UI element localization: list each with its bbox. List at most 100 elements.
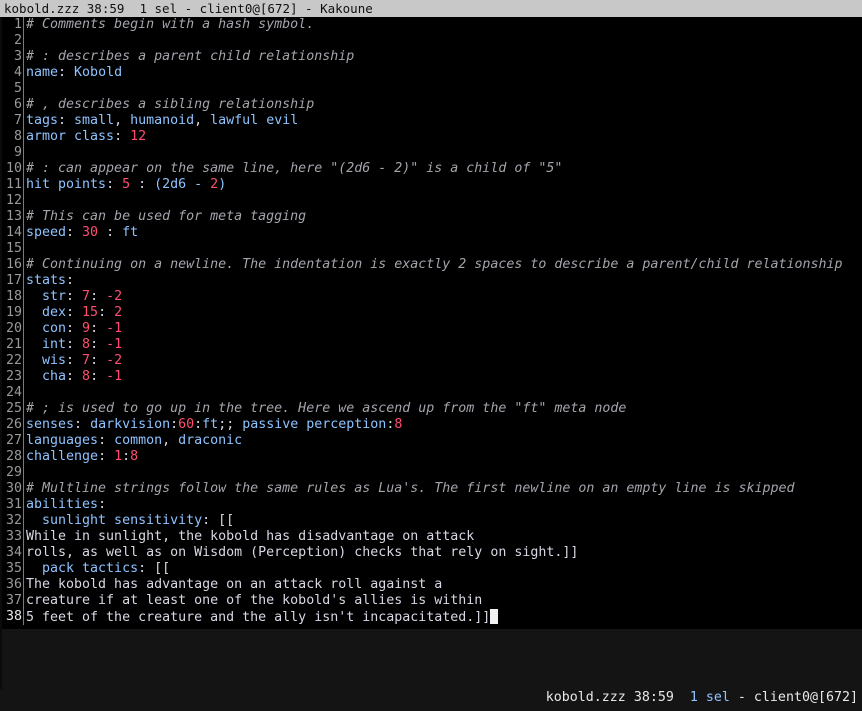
number-token: -1 bbox=[106, 369, 123, 384]
gutter-separator bbox=[23, 417, 24, 433]
text-token: : bbox=[90, 289, 107, 304]
line-number: 20 bbox=[5, 321, 22, 336]
line-number: 12 bbox=[5, 193, 22, 208]
code-line[interactable]: 11 hit points: 5 : (2d6 - 2) bbox=[2, 177, 862, 193]
line-text: name: Kobold bbox=[26, 65, 122, 81]
code-line[interactable]: 31 abilities: bbox=[2, 497, 862, 513]
code-line[interactable]: 17 stats: bbox=[2, 273, 862, 289]
gutter-separator bbox=[23, 273, 24, 289]
code-line[interactable]: 19 dex: 15: 2 bbox=[2, 305, 862, 321]
line-text: wis: 7: -2 bbox=[26, 353, 122, 369]
code-line[interactable]: 4 name: Kobold bbox=[2, 65, 862, 81]
number-token: 9 bbox=[82, 321, 91, 336]
line-text: rolls, as well as on Wisdom (Perception)… bbox=[26, 545, 578, 561]
gutter-separator bbox=[23, 97, 24, 113]
gutter-separator bbox=[23, 561, 24, 577]
line-text: senses: darkvision:60:ft;; passive perce… bbox=[26, 417, 402, 433]
code-line[interactable]: 29 bbox=[2, 465, 862, 481]
code-line[interactable]: 20 con: 9: -1 bbox=[2, 321, 862, 337]
text-token: creature if at least one of the kobold's… bbox=[26, 593, 483, 608]
code-line[interactable]: 8 armor class: 12 bbox=[2, 129, 862, 145]
line-text: sunlight sensitivity: [[ bbox=[26, 513, 234, 529]
key-token: int bbox=[26, 337, 67, 352]
window-title: kobold.zzz 38:59 1 sel - client0@[672] -… bbox=[0, 0, 862, 17]
gutter-separator bbox=[23, 513, 24, 529]
code-line[interactable]: 32 sunlight sensitivity: [[ bbox=[2, 513, 862, 529]
code-line[interactable]: 15 bbox=[2, 241, 862, 257]
comment-token: # : can appear on the same line, here "(… bbox=[26, 161, 563, 176]
empty-buffer-area bbox=[2, 629, 862, 689]
editor-buffer[interactable]: 1 # Comments begin with a hash symbol. 2 3 #… bbox=[2, 17, 862, 629]
text-token: The kobold has advantage on an attack ro… bbox=[26, 577, 443, 592]
code-line[interactable]: 36 The kobold has advantage on an attack … bbox=[2, 577, 862, 593]
code-line[interactable]: 34 rolls, as well as on Wisdom (Perceptio… bbox=[2, 545, 862, 561]
code-line[interactable]: 24 bbox=[2, 385, 862, 401]
comment-token: # This can be used for meta tagging bbox=[26, 209, 307, 224]
comment-token: # : describes a parent child relationshi… bbox=[26, 49, 355, 64]
number-token: 7 bbox=[82, 353, 91, 368]
line-text: pack tactics: [[ bbox=[26, 561, 170, 577]
line-text: # Multline strings follow the same rules… bbox=[26, 481, 795, 497]
line-number: 29 bbox=[5, 465, 22, 480]
gutter-separator bbox=[23, 609, 24, 625]
key-token: Kobold bbox=[74, 65, 123, 80]
key-token: hit points bbox=[26, 177, 107, 192]
code-line[interactable]: 18 str: 7: -2 bbox=[2, 289, 862, 305]
code-line[interactable]: 12 bbox=[2, 193, 862, 209]
gutter-separator bbox=[23, 257, 24, 273]
gutter-separator bbox=[23, 449, 24, 465]
key-token: ) bbox=[218, 177, 227, 192]
key-token: ft bbox=[202, 417, 219, 432]
code-line[interactable]: 5 bbox=[2, 81, 862, 97]
code-line[interactable]: 2 bbox=[2, 33, 862, 49]
code-line[interactable]: 28 challenge: 1:8 bbox=[2, 449, 862, 465]
key-token: tags bbox=[26, 113, 59, 128]
code-line[interactable]: 3 # : describes a parent child relationsh… bbox=[2, 49, 862, 65]
code-line[interactable]: 6 # , describes a sibling relationship bbox=[2, 97, 862, 113]
code-line[interactable]: 27 languages: common, draconic bbox=[2, 433, 862, 449]
code-line[interactable]: 1 # Comments begin with a hash symbol. bbox=[2, 17, 862, 33]
code-line[interactable]: 22 wis: 7: -2 bbox=[2, 353, 862, 369]
text-token: : bbox=[98, 225, 123, 240]
key-token: challenge bbox=[26, 449, 99, 464]
code-line[interactable]: 9 bbox=[2, 145, 862, 161]
status-info: kobold.zzz 38:59 1 sel - client0@[672] bbox=[546, 689, 858, 707]
number-token: 60 bbox=[178, 417, 195, 432]
code-line[interactable]: 37 creature if at least one of the kobold… bbox=[2, 593, 862, 609]
key-token: draconic bbox=[178, 433, 243, 448]
line-number: 2 bbox=[13, 33, 22, 48]
gutter-separator bbox=[23, 209, 24, 225]
key-token: (2d6 - bbox=[154, 177, 211, 192]
code-line[interactable]: 35 pack tactics: [[ bbox=[2, 561, 862, 577]
code-line[interactable]: 38 5 feet of the creature and the ally is… bbox=[2, 609, 862, 625]
code-line[interactable]: 25 # ; is used to go up in the tree. Here… bbox=[2, 401, 862, 417]
text-token: : bbox=[106, 177, 123, 192]
number-token: 2 bbox=[114, 305, 123, 320]
line-text: The kobold has advantage on an attack ro… bbox=[26, 577, 442, 593]
code-line[interactable]: 33 While in sunlight, the kobold has disa… bbox=[2, 529, 862, 545]
code-line[interactable]: 30 # Multline strings follow the same rul… bbox=[2, 481, 862, 497]
code-line[interactable]: 10 # : can appear on the same line, here … bbox=[2, 161, 862, 177]
key-token: passive perception bbox=[242, 417, 387, 432]
line-number: 19 bbox=[5, 305, 22, 320]
text-token: While in sunlight, the kobold has disadv… bbox=[26, 529, 475, 544]
number-token: 8 bbox=[394, 417, 403, 432]
code-line[interactable]: 16 # Continuing on a newline. The indenta… bbox=[2, 257, 862, 273]
status-filename: kobold.zzz bbox=[545, 690, 626, 705]
line-text: While in sunlight, the kobold has disadv… bbox=[26, 529, 474, 545]
text-token: : bbox=[66, 225, 83, 240]
key-token: senses bbox=[26, 417, 75, 432]
line-number: 9 bbox=[13, 145, 22, 160]
code-line[interactable]: 23 cha: 8: -1 bbox=[2, 369, 862, 385]
text-token: : bbox=[66, 289, 83, 304]
status-client: - client0@[672] bbox=[737, 690, 858, 705]
key-token: sunlight sensitivity bbox=[26, 513, 203, 528]
code-line[interactable]: 26 senses: darkvision:60:ft;; passive per… bbox=[2, 417, 862, 433]
code-line[interactable]: 13 # This can be used for meta tagging bbox=[2, 209, 862, 225]
code-line[interactable]: 21 int: 8: -1 bbox=[2, 337, 862, 353]
gutter-separator bbox=[23, 305, 24, 321]
key-token: con bbox=[26, 321, 67, 336]
code-line[interactable]: 14 speed: 30 : ft bbox=[2, 225, 862, 241]
code-line[interactable]: 7 tags: small, humanoid, lawful evil bbox=[2, 113, 862, 129]
number-token: -2 bbox=[106, 289, 123, 304]
